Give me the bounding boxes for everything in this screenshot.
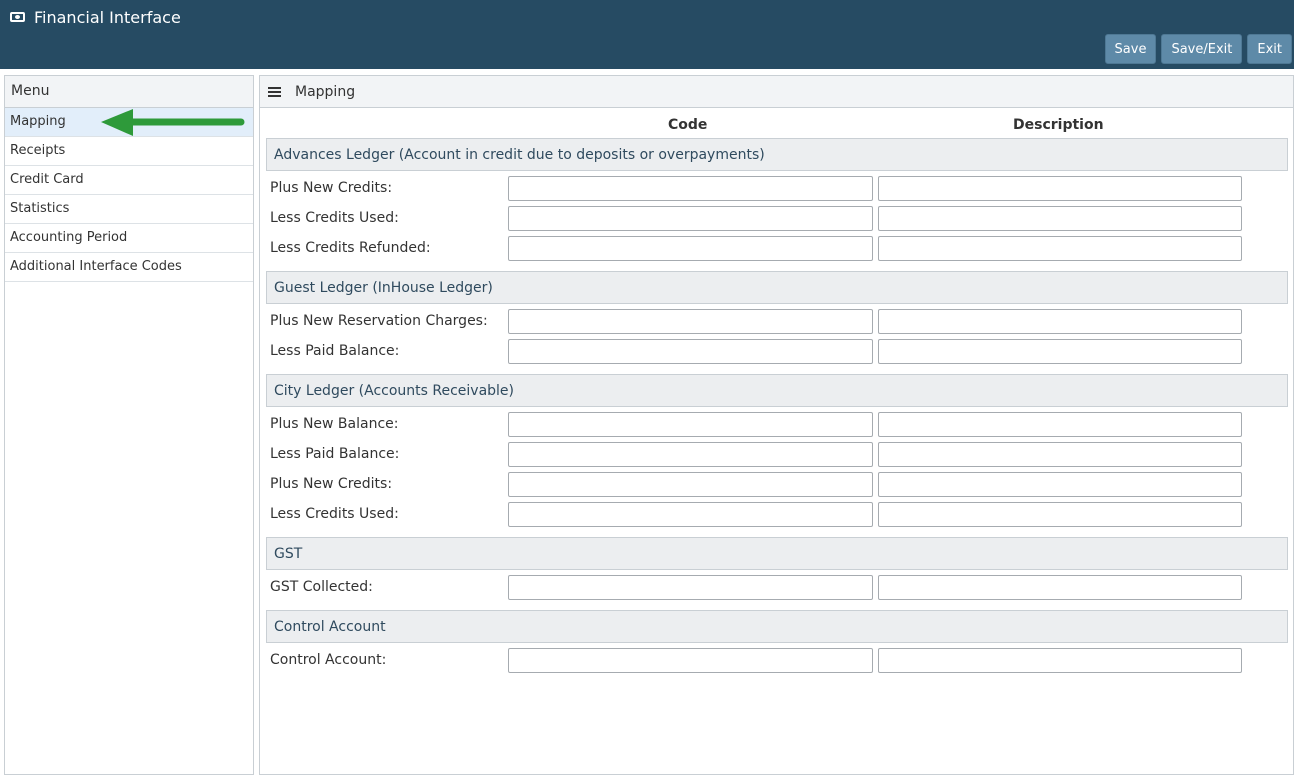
row-label: GST Collected: (270, 579, 373, 595)
sidebar-title: Menu (5, 76, 253, 108)
row-label: Less Credits Used: (270, 210, 399, 226)
row-label: Plus New Credits: (270, 476, 393, 492)
code-input[interactable] (508, 309, 873, 334)
description-input[interactable] (878, 648, 1242, 673)
code-input[interactable] (508, 575, 873, 600)
sidebar-item-credit-card[interactable]: Credit Card (5, 166, 253, 195)
section-guest-ledger: Guest Ledger (InHouse Ledger) (266, 271, 1288, 304)
section-control-account: Control Account (266, 610, 1288, 643)
description-input[interactable] (878, 206, 1242, 231)
section-city-ledger: City Ledger (Accounts Receivable) (266, 374, 1288, 407)
app-title: Financial Interface (10, 6, 181, 28)
section-gst: GST (266, 537, 1288, 570)
row-label: Less Credits Used: (270, 506, 399, 522)
row-label: Control Account: (270, 652, 387, 668)
description-input[interactable] (878, 412, 1242, 437)
save-button[interactable]: Save (1104, 34, 1157, 64)
exit-button[interactable]: Exit (1247, 34, 1292, 64)
row-label: Plus New Credits: (270, 180, 393, 196)
panel-title: Mapping (295, 83, 356, 100)
description-column-header: Description (1013, 117, 1104, 133)
code-input[interactable] (508, 176, 873, 201)
toolbar: Save Save/Exit Exit (1104, 34, 1292, 64)
description-input[interactable] (878, 442, 1242, 467)
code-input[interactable] (508, 206, 873, 231)
code-input[interactable] (508, 502, 873, 527)
save-exit-button[interactable]: Save/Exit (1161, 34, 1243, 64)
row-label: Plus New Reservation Charges: (270, 313, 488, 329)
sidebar-item-statistics[interactable]: Statistics (5, 195, 253, 224)
green-arrow-icon (101, 109, 245, 136)
description-input[interactable] (878, 339, 1242, 364)
code-input[interactable] (508, 236, 873, 261)
description-input[interactable] (878, 309, 1242, 334)
code-input[interactable] (508, 412, 873, 437)
panel-header: Mapping (260, 76, 1293, 108)
code-input[interactable] (508, 442, 873, 467)
money-bill-icon (10, 12, 25, 22)
row-label: Plus New Balance: (270, 416, 399, 432)
description-input[interactable] (878, 575, 1242, 600)
code-column-header: Code (668, 117, 708, 133)
row-label: Less Paid Balance: (270, 343, 400, 359)
app-header: Financial Interface Save Save/Exit Exit (0, 0, 1294, 69)
description-input[interactable] (878, 472, 1242, 497)
sidebar-item-accounting-period[interactable]: Accounting Period (5, 224, 253, 253)
description-input[interactable] (878, 176, 1242, 201)
code-input[interactable] (508, 648, 873, 673)
code-input[interactable] (508, 472, 873, 497)
description-input[interactable] (878, 236, 1242, 261)
mapping-panel: Mapping Code Description Advances Ledger… (259, 75, 1294, 775)
section-advances-ledger: Advances Ledger (Account in credit due t… (266, 138, 1288, 171)
row-label: Less Paid Balance: (270, 446, 400, 462)
sidebar-item-receipts[interactable]: Receipts (5, 137, 253, 166)
app-title-text: Financial Interface (34, 7, 181, 27)
sidebar-item-additional-interface-codes[interactable]: Additional Interface Codes (5, 253, 253, 282)
sidebar-menu: Menu Mapping Receipts Credit Card Statis… (4, 75, 254, 775)
hamburger-icon[interactable] (268, 86, 281, 97)
code-input[interactable] (508, 339, 873, 364)
description-input[interactable] (878, 502, 1242, 527)
row-label: Less Credits Refunded: (270, 240, 431, 256)
